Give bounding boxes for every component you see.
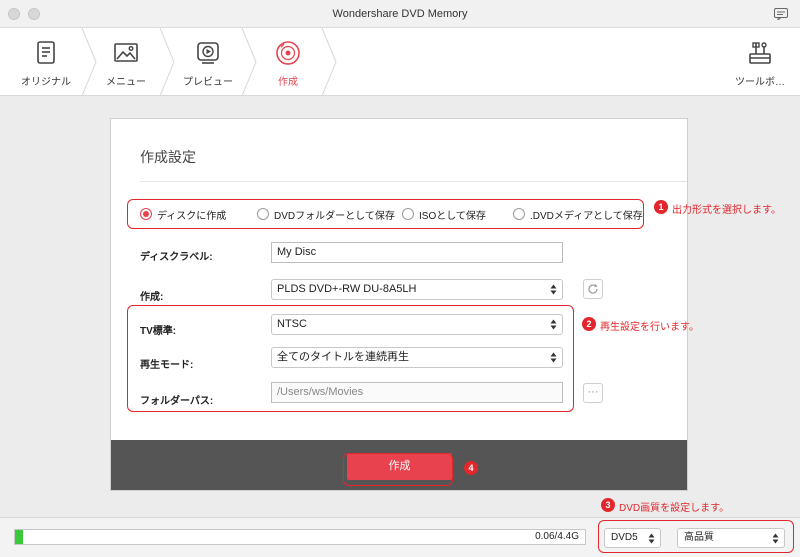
toolbox-button[interactable]: ツールボ…	[720, 28, 800, 96]
browse-folder-button[interactable]: ···	[583, 383, 603, 403]
annotation-outline-output-format	[127, 199, 644, 229]
step-navigation: オリジナル メニュー プレビュー 作成 ツールボ…	[0, 28, 800, 96]
annotation-note-2: 再生設定を行います。	[600, 322, 699, 333]
tab-label: 作成	[278, 77, 298, 88]
refresh-icon	[588, 283, 598, 294]
annotation-badge-4: 4	[464, 461, 478, 475]
window-title: Wondershare DVD Memory	[332, 8, 468, 20]
toolbox-icon	[749, 42, 771, 64]
tab-burn[interactable]: 作成	[248, 28, 328, 96]
tab-label: メニュー	[106, 77, 146, 88]
tab-original[interactable]: オリジナル	[6, 28, 86, 96]
tab-menu[interactable]: メニュー	[86, 28, 166, 96]
annotation-note-1: 出力形式を選択します。	[672, 205, 781, 216]
title-divider	[140, 181, 687, 182]
tab-preview[interactable]: プレビュー	[168, 28, 248, 96]
disc-capacity-fill	[15, 530, 23, 544]
annotation-outline-quality	[598, 520, 794, 553]
panel-title: 作成設定	[140, 149, 196, 165]
burner-select-value: PLDS DVD+-RW DU-8A5LH	[277, 283, 417, 295]
tab-label: プレビュー	[183, 77, 233, 88]
annotation-badge-3: 3	[601, 498, 615, 512]
step-separator	[321, 28, 337, 96]
play-icon	[197, 42, 219, 64]
tab-label: オリジナル	[21, 77, 71, 88]
burner-label: 作成:	[140, 292, 164, 303]
disc-capacity-text: 0.06/4.4G	[535, 531, 579, 542]
annotation-badge-1: 1	[654, 200, 668, 214]
annotation-outline-playback	[127, 305, 574, 412]
title-bar: Wondershare DVD Memory	[0, 0, 800, 28]
disc-label-label: ディスクラベル:	[140, 252, 213, 263]
disc-capacity-bar: 0.06/4.4G	[14, 529, 586, 545]
disc-label-input[interactable]: My Disc	[271, 242, 563, 263]
refresh-button[interactable]	[583, 279, 603, 299]
toolbox-label: ツールボ…	[735, 77, 785, 88]
image-icon	[114, 43, 138, 62]
updown-arrows-icon	[550, 284, 557, 295]
feedback-icon[interactable]	[774, 8, 788, 20]
burner-select[interactable]: PLDS DVD+-RW DU-8A5LH	[271, 279, 563, 300]
annotation-badge-2: 2	[582, 317, 596, 331]
annotation-outline-burn	[343, 453, 453, 486]
disc-icon	[276, 41, 300, 65]
annotation-note-3: DVD画質を設定します。	[619, 503, 730, 514]
document-icon	[37, 41, 55, 64]
